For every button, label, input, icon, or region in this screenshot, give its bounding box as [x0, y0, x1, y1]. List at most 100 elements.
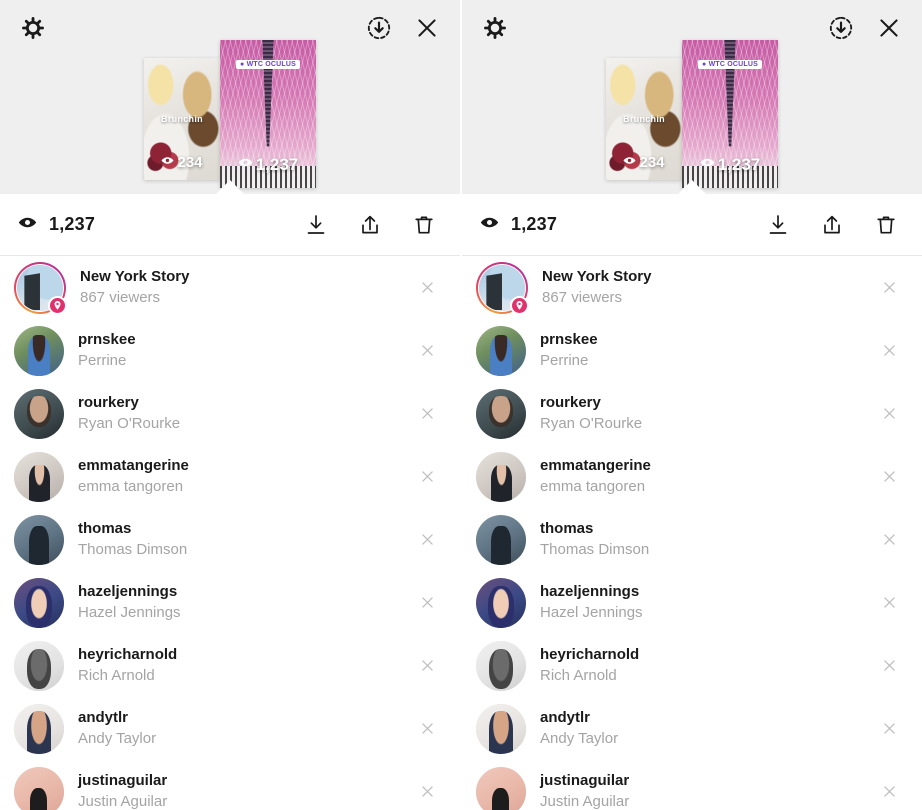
story-thumbnail-brunch[interactable]: Brunchin 234: [606, 58, 682, 180]
avatar[interactable]: [14, 261, 67, 315]
viewer-row[interactable]: thomas Thomas Dimson: [0, 508, 460, 571]
viewer-row[interactable]: andytlr Andy Taylor: [0, 697, 460, 760]
avatar[interactable]: [14, 577, 64, 628]
avatar[interactable]: [476, 766, 526, 810]
viewer-row[interactable]: heyricharnold Rich Arnold: [462, 634, 922, 697]
story-thumbnail-brunch[interactable]: Brunchin 234: [144, 58, 220, 180]
close-icon[interactable]: [414, 779, 440, 805]
avatar[interactable]: [476, 388, 526, 439]
viewer-username: hazeljennings: [540, 583, 640, 601]
viewer-fullname: Perrine: [78, 351, 127, 369]
thumbnail-view-count-value: 1,237: [255, 155, 299, 174]
close-icon[interactable]: [414, 401, 440, 427]
viewer-list[interactable]: New York Story 867 viewers prnskee Perrine r…: [0, 256, 460, 810]
close-icon[interactable]: [876, 716, 902, 742]
avatar[interactable]: [14, 766, 64, 810]
avatar[interactable]: [476, 325, 526, 376]
avatar[interactable]: [14, 514, 64, 565]
close-icon[interactable]: [414, 590, 440, 616]
viewer-text: hazeljennings Hazel Jennings: [540, 582, 876, 623]
trash-icon[interactable]: [870, 209, 902, 241]
viewer-row[interactable]: hazeljennings Hazel Jennings: [462, 571, 922, 634]
close-icon[interactable]: [414, 653, 440, 679]
viewer-row[interactable]: thomas Thomas Dimson: [462, 508, 922, 571]
avatar-image: [476, 451, 526, 502]
viewer-list[interactable]: New York Story 867 viewers prnskee Perrine r…: [462, 256, 922, 810]
viewer-username: prnskee: [540, 331, 598, 349]
avatar[interactable]: [14, 703, 64, 754]
download-icon[interactable]: [762, 209, 794, 241]
avatar[interactable]: [476, 451, 526, 502]
viewer-text: New York Story 867 viewers: [542, 267, 876, 308]
viewer-username: hazeljennings: [78, 583, 178, 601]
viewer-username: andytlr: [78, 709, 129, 727]
viewer-row[interactable]: rourkery Ryan O'Rourke: [0, 382, 460, 445]
viewer-row[interactable]: hazeljennings Hazel Jennings: [0, 571, 460, 634]
close-icon[interactable]: [876, 401, 902, 427]
avatar[interactable]: [476, 577, 526, 628]
close-icon[interactable]: [414, 716, 440, 742]
close-icon[interactable]: [876, 464, 902, 490]
close-icon[interactable]: [876, 779, 902, 805]
viewer-fullname: Hazel Jennings: [78, 603, 181, 621]
avatar[interactable]: [476, 640, 526, 691]
location-pin-icon: [48, 295, 67, 315]
viewer-text: andytlr Andy Taylor: [78, 708, 414, 749]
viewer-row[interactable]: emmatangerine emma tangoren: [0, 445, 460, 508]
viewer-text: andytlr Andy Taylor: [540, 708, 876, 749]
viewer-fullname: Andy Taylor: [540, 729, 619, 747]
viewer-row[interactable]: justinaguilar Justin Aguilar: [462, 760, 922, 810]
viewer-row[interactable]: New York Story 867 viewers: [0, 256, 460, 319]
avatar[interactable]: [476, 514, 526, 565]
close-icon[interactable]: [876, 338, 902, 364]
close-icon[interactable]: [414, 527, 440, 553]
close-icon[interactable]: [876, 275, 902, 301]
viewer-fullname: 867 viewers: [80, 288, 161, 306]
close-icon[interactable]: [876, 527, 902, 553]
avatar[interactable]: [14, 388, 64, 439]
avatar[interactable]: [14, 640, 64, 691]
viewer-row[interactable]: prnskee Perrine: [0, 319, 460, 382]
close-icon[interactable]: [414, 275, 440, 301]
thumbnail-view-count: 1,237: [682, 155, 778, 175]
avatar[interactable]: [14, 451, 64, 502]
eye-icon: [480, 213, 499, 237]
viewer-text: heyricharnold Rich Arnold: [78, 645, 414, 686]
avatar[interactable]: [476, 703, 526, 754]
thumbnail-view-count: 1,237: [220, 155, 316, 175]
close-icon[interactable]: [876, 653, 902, 679]
viewer-fullname: Ryan O'Rourke: [78, 414, 181, 432]
close-icon[interactable]: [414, 464, 440, 490]
close-icon[interactable]: [876, 590, 902, 616]
trash-icon[interactable]: [408, 209, 440, 241]
viewer-fullname: Thomas Dimson: [78, 540, 188, 558]
viewer-text: emmatangerine emma tangoren: [78, 456, 414, 497]
viewer-row[interactable]: prnskee Perrine: [462, 319, 922, 382]
story-thumbnail-oculus[interactable]: ● WTC OCULUS 1,237: [682, 40, 778, 188]
view-count-group: 1,237: [18, 213, 95, 237]
story-thumbnail-oculus[interactable]: ● WTC OCULUS 1,237: [220, 40, 316, 188]
viewer-text: justinaguilar Justin Aguilar: [78, 771, 414, 810]
viewer-text: heyricharnold Rich Arnold: [540, 645, 876, 686]
avatar-image: [14, 325, 64, 376]
share-icon[interactable]: [816, 209, 848, 241]
viewer-fullname: emma tangoren: [540, 477, 646, 495]
viewer-fullname: Ryan O'Rourke: [540, 414, 643, 432]
viewer-row[interactable]: emmatangerine emma tangoren: [462, 445, 922, 508]
oculus-spine: [724, 40, 736, 147]
viewer-row[interactable]: justinaguilar Justin Aguilar: [0, 760, 460, 810]
viewer-username: heyricharnold: [540, 646, 640, 664]
viewer-row[interactable]: rourkery Ryan O'Rourke: [462, 382, 922, 445]
viewer-row[interactable]: New York Story 867 viewers: [462, 256, 922, 319]
viewer-row[interactable]: heyricharnold Rich Arnold: [0, 634, 460, 697]
download-icon[interactable]: [300, 209, 332, 241]
panel-left: Brunchin 234 ● WTC OCULUS 1,237 1,237 Ne…: [0, 0, 460, 810]
avatar[interactable]: [476, 261, 529, 315]
share-icon[interactable]: [354, 209, 386, 241]
avatar-image: [476, 514, 526, 565]
close-icon[interactable]: [414, 338, 440, 364]
avatar[interactable]: [14, 325, 64, 376]
viewer-row[interactable]: andytlr Andy Taylor: [462, 697, 922, 760]
viewer-fullname: emma tangoren: [78, 477, 184, 495]
action-bar-buttons: [762, 209, 902, 241]
